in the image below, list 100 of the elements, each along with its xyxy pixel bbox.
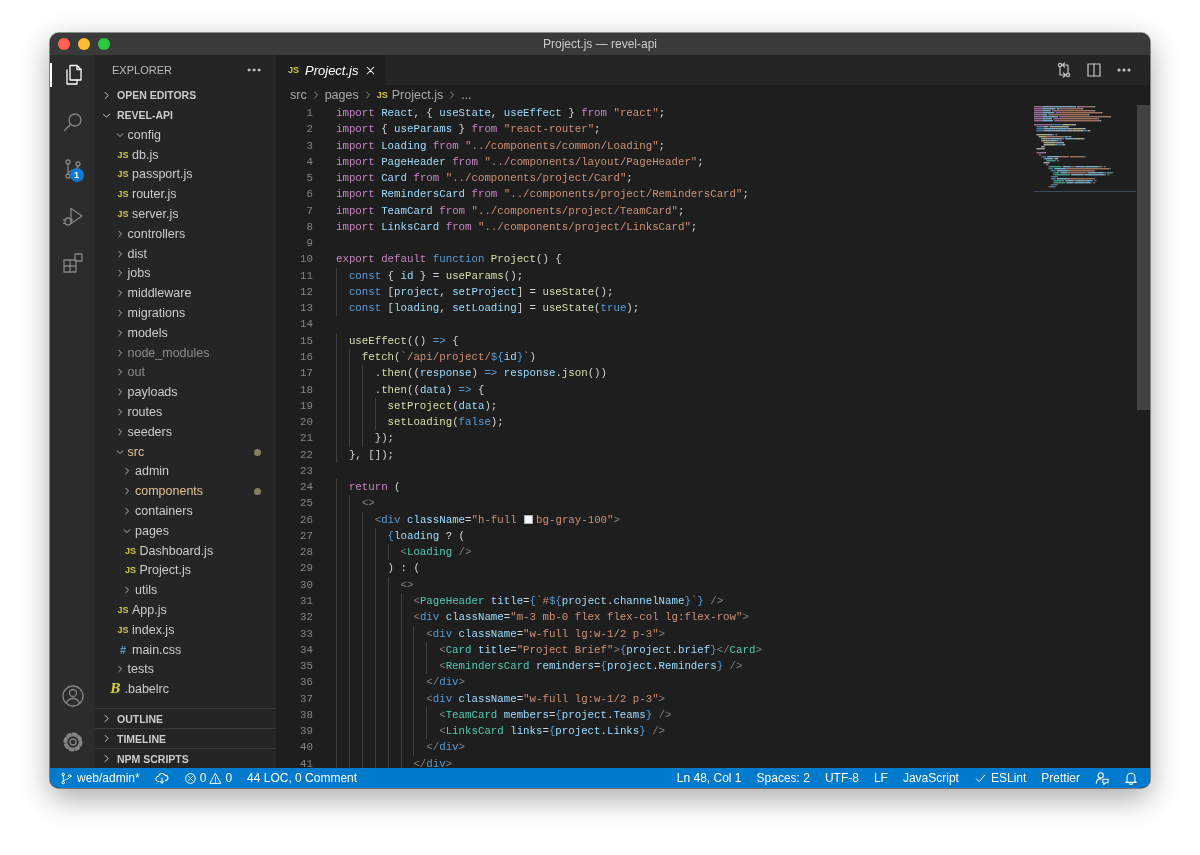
breadcrumb-item[interactable]: pages	[324, 88, 359, 102]
folder-item[interactable]: containers	[95, 501, 276, 521]
file-item[interactable]: JS passport.js	[95, 164, 276, 185]
line-number: 28	[299, 545, 314, 561]
css-file-icon: #	[117, 643, 129, 656]
line-number: 18	[299, 382, 314, 398]
status-item[interactable]: LF	[866, 771, 896, 785]
folder-item[interactable]: out	[95, 362, 276, 383]
line-number: 8	[305, 219, 314, 235]
sidebar-title: EXPLORER	[112, 64, 172, 76]
line-number: 31	[299, 593, 314, 609]
status-item[interactable]: Spaces: 2	[749, 771, 818, 785]
file-item[interactable]: # main.css	[95, 639, 276, 660]
status-item[interactable]: 44 LOC, 0 Comment	[239, 771, 365, 785]
folder-item[interactable]: controllers	[95, 224, 276, 244]
file-item[interactable]: JS db.js	[95, 144, 276, 165]
file-item[interactable]: JS Project.js	[95, 560, 276, 581]
folder-item[interactable]: node_modules	[95, 342, 276, 363]
line-number: 27	[299, 528, 314, 544]
status-item[interactable]: Ln 48, Col 1	[669, 771, 750, 785]
sync-icon[interactable]	[154, 771, 169, 785]
folder-item[interactable]: pages	[95, 520, 276, 541]
bell-icon[interactable]	[1124, 771, 1138, 785]
minimize-button[interactable]	[78, 38, 90, 50]
folder-item[interactable]: seeders	[95, 421, 276, 442]
file-item[interactable]: JS Dashboard.js	[95, 540, 276, 561]
status-item[interactable]: ESLint	[966, 771, 1034, 785]
line-number: 1	[305, 106, 314, 121]
breadcrumb-item[interactable]: Project.js	[391, 88, 444, 102]
folder-item[interactable]: payloads	[95, 382, 276, 403]
feedback-icon[interactable]	[1095, 771, 1109, 785]
compare-changes-icon[interactable]	[1056, 62, 1072, 78]
folder-item[interactable]: models	[95, 322, 276, 343]
line-number: 35	[299, 659, 314, 675]
breadcrumb-item[interactable]: ...	[461, 88, 472, 102]
line-number: 30	[299, 577, 314, 593]
line-number: 32	[299, 610, 314, 626]
file-item[interactable]: B .babelrc	[95, 679, 276, 700]
folder-item[interactable]: tests	[95, 659, 276, 680]
chevron-icon	[101, 713, 112, 724]
status-item[interactable]: UTF-8	[817, 771, 867, 785]
extensions-icon[interactable]	[60, 251, 85, 275]
line-number: 40	[299, 740, 314, 756]
js-file-icon: JS	[117, 605, 129, 615]
file-item[interactable]: JS App.js	[95, 600, 276, 620]
line-number: 41	[299, 756, 314, 768]
folder-item[interactable]: src	[95, 441, 276, 462]
folder-item[interactable]: admin	[95, 461, 276, 482]
status-item[interactable]: Prettier	[1033, 771, 1088, 785]
line-number: 21	[299, 431, 314, 447]
minimap-drawing[interactable]	[1034, 105, 1136, 195]
js-file-icon: JS	[117, 209, 129, 220]
line-number: 14	[299, 317, 314, 333]
folder-item[interactable]: jobs	[95, 263, 276, 284]
warning-icon	[209, 771, 223, 785]
line-number: 22	[299, 447, 314, 463]
line-number: 5	[305, 171, 314, 187]
folder-item[interactable]: routes	[95, 402, 276, 422]
folder-item[interactable]: migrations	[95, 303, 276, 323]
section-header[interactable]: OUTLINE	[95, 708, 276, 728]
chevron-icon	[101, 733, 112, 744]
folder-item[interactable]: dist	[95, 243, 276, 264]
line-number: 33	[299, 626, 314, 642]
js-file-icon: JS	[376, 90, 388, 100]
js-file-icon: JS	[124, 545, 137, 556]
status-item[interactable]: JavaScript	[895, 771, 967, 785]
section-header[interactable]: OPEN EDITORS	[95, 85, 276, 105]
line-number: 12	[299, 284, 314, 300]
close-button[interactable]	[58, 38, 70, 50]
line-number: 37	[299, 691, 314, 707]
line-number: 13	[299, 301, 314, 317]
js-file-icon: JS	[117, 169, 129, 180]
folder-item[interactable]: utils	[95, 580, 276, 601]
line-number: 9	[305, 236, 314, 252]
problems-indicator[interactable]: 0 0	[176, 771, 240, 785]
line-number: 7	[305, 203, 314, 219]
breadcrumb-item[interactable]: src	[290, 88, 307, 102]
file-item[interactable]: JS router.js	[95, 184, 276, 205]
folder-item[interactable]: components	[95, 481, 276, 502]
section-header[interactable]: TIMELINE	[95, 728, 276, 748]
editor-tab[interactable]: JS Project.js	[276, 55, 386, 85]
line-number: 16	[299, 350, 314, 365]
folder-item[interactable]: middleware	[95, 283, 276, 304]
folder-item[interactable]: config	[95, 125, 276, 145]
branch-icon	[60, 771, 73, 785]
line-number: 36	[299, 675, 314, 691]
section-header[interactable]: REVEL-API	[95, 105, 276, 125]
line-number: 20	[299, 415, 314, 431]
line-number: 17	[299, 366, 314, 382]
zoom-button[interactable]	[98, 38, 110, 50]
scrollbar-thumb[interactable]	[1137, 105, 1150, 410]
account-icon[interactable]	[60, 684, 85, 708]
line-number: 4	[305, 154, 314, 170]
status-item[interactable]: web/admin*	[50, 771, 148, 785]
file-item[interactable]: JS index.js	[95, 619, 276, 640]
split-editor-icon[interactable]	[1086, 62, 1102, 78]
js-file-icon: JS	[288, 65, 299, 75]
modified-dot	[254, 488, 261, 496]
file-item[interactable]: JS server.js	[95, 204, 276, 224]
js-file-icon: JS	[117, 189, 129, 200]
